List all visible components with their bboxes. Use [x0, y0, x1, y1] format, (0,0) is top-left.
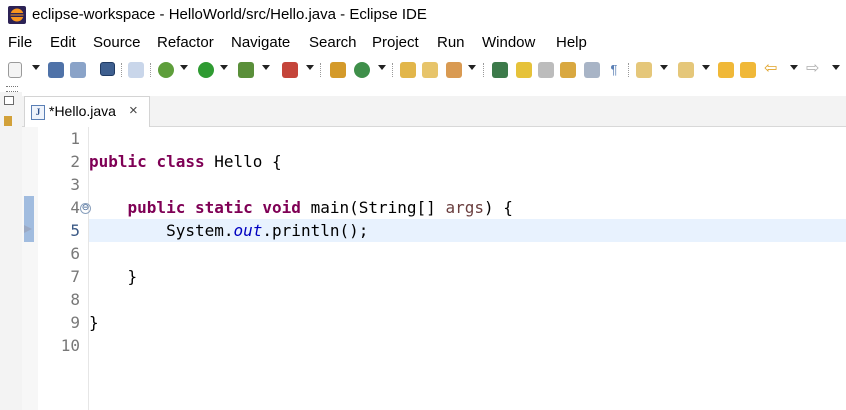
- forward-icon[interactable]: ⇨: [806, 61, 822, 78]
- line-number: 4: [70, 198, 80, 217]
- open-task-icon[interactable]: [446, 62, 462, 78]
- left-trim-stack: [0, 92, 22, 410]
- code-line-current[interactable]: System.out.println();: [89, 219, 846, 242]
- new-package-icon[interactable]: [354, 62, 370, 78]
- chevron-down-icon[interactable]: [702, 65, 710, 70]
- back-icon[interactable]: ⇦: [764, 61, 780, 78]
- chevron-down-icon[interactable]: [220, 65, 228, 70]
- overview-ruler: [22, 127, 38, 410]
- toolbar-separator: [483, 63, 485, 77]
- block-selection-icon[interactable]: [538, 62, 554, 78]
- menu-refactor[interactable]: Refactor: [157, 34, 214, 51]
- chevron-down-icon[interactable]: [378, 65, 386, 70]
- window-title: eclipse-workspace - HelloWorld/src/Hello…: [32, 6, 427, 23]
- package-explorer-icon[interactable]: [4, 116, 12, 126]
- chevron-down-icon[interactable]: [790, 65, 798, 70]
- toolbar-separator: [392, 63, 394, 77]
- code-line[interactable]: [89, 334, 846, 357]
- title-bar: eclipse-workspace - HelloWorld/src/Hello…: [0, 0, 846, 30]
- next-annotation-icon[interactable]: [636, 62, 652, 78]
- line-number-gutter: 1 2 3 4 ⊖ 5 6 7 8 9 10: [38, 127, 91, 410]
- code-text-area[interactable]: public class Hello { public static void …: [89, 127, 846, 410]
- new-java-project-icon[interactable]: [330, 62, 346, 78]
- line-number-current: 5: [70, 221, 80, 240]
- menu-file[interactable]: File: [8, 34, 32, 51]
- quick-diff-marker-icon: [24, 225, 32, 233]
- menu-source[interactable]: Source: [93, 34, 141, 51]
- chevron-down-icon[interactable]: [660, 65, 668, 70]
- search-icon[interactable]: [492, 62, 508, 78]
- menu-help[interactable]: Help: [556, 34, 587, 51]
- new-class-icon[interactable]: [400, 62, 416, 78]
- editor-tab-strip: J *Hello.java ×: [22, 96, 846, 127]
- skip-breakpoints-icon[interactable]: [128, 62, 144, 78]
- code-line[interactable]: [89, 242, 846, 265]
- chevron-down-icon[interactable]: [468, 65, 476, 70]
- main-toolbar: ¶ ⇦ ⇨: [0, 59, 846, 83]
- eclipse-icon: [8, 6, 26, 24]
- code-line[interactable]: public static void main(String[] args) {: [89, 196, 846, 219]
- show-whitespace-icon[interactable]: [584, 62, 600, 78]
- new-icon[interactable]: [8, 62, 22, 78]
- tab-hello-java[interactable]: J *Hello.java ×: [24, 96, 150, 127]
- line-number: 10: [60, 336, 80, 355]
- save-all-icon[interactable]: [70, 62, 86, 78]
- terminal-icon[interactable]: [100, 62, 115, 76]
- chevron-down-icon[interactable]: [262, 65, 270, 70]
- toolbar-separator: [150, 63, 152, 77]
- menu-edit[interactable]: Edit: [50, 34, 76, 51]
- open-type-icon[interactable]: [422, 62, 438, 78]
- line-number: 8: [70, 290, 80, 309]
- close-icon[interactable]: ×: [129, 102, 138, 119]
- code-line[interactable]: }: [89, 265, 846, 288]
- chevron-down-icon[interactable]: [32, 65, 40, 70]
- chevron-down-icon[interactable]: [306, 65, 314, 70]
- code-editor[interactable]: 1 2 3 4 ⊖ 5 6 7 8 9 10 public class Hell…: [22, 127, 846, 410]
- line-number: 2: [70, 152, 80, 171]
- menu-navigate[interactable]: Navigate: [231, 34, 290, 51]
- paragraph-icon[interactable]: ¶: [606, 62, 622, 78]
- line-number: 3: [70, 175, 80, 194]
- line-number: 1: [70, 129, 80, 148]
- previous-annotation-icon[interactable]: [678, 62, 694, 78]
- tab-label: *Hello.java: [49, 103, 116, 119]
- external-tools-icon[interactable]: [282, 62, 298, 78]
- menu-bar: File Edit Source Refactor Navigate Searc…: [0, 33, 846, 55]
- run-icon[interactable]: [198, 62, 214, 78]
- toolbar-separator: [121, 63, 123, 77]
- java-file-icon: J: [31, 105, 45, 120]
- restore-icon[interactable]: [4, 96, 14, 105]
- code-line[interactable]: [89, 288, 846, 311]
- line-number: 7: [70, 267, 80, 286]
- code-line[interactable]: public class Hello {: [89, 150, 846, 173]
- menu-run[interactable]: Run: [437, 34, 465, 51]
- code-line[interactable]: [89, 173, 846, 196]
- chevron-down-icon[interactable]: [832, 65, 840, 70]
- menu-project[interactable]: Project: [372, 34, 419, 51]
- debug-icon[interactable]: [158, 62, 174, 78]
- line-number: 6: [70, 244, 80, 263]
- save-icon[interactable]: [48, 62, 64, 78]
- show-whitespace-icon[interactable]: [560, 62, 576, 78]
- line-number: 9: [70, 313, 80, 332]
- menu-window[interactable]: Window: [482, 34, 535, 51]
- code-line[interactable]: [89, 127, 846, 150]
- toggle-mark-occurrences-icon[interactable]: [516, 62, 532, 78]
- coverage-icon[interactable]: [238, 62, 254, 78]
- menu-search[interactable]: Search: [309, 34, 357, 51]
- toolbar-separator: [628, 63, 630, 77]
- chevron-down-icon[interactable]: [180, 65, 188, 70]
- range-indicator: [24, 196, 34, 242]
- last-edit-location-icon[interactable]: [740, 62, 756, 78]
- code-line[interactable]: }: [89, 311, 846, 334]
- last-edit-location-icon[interactable]: [718, 62, 734, 78]
- toolbar-separator: [320, 63, 322, 77]
